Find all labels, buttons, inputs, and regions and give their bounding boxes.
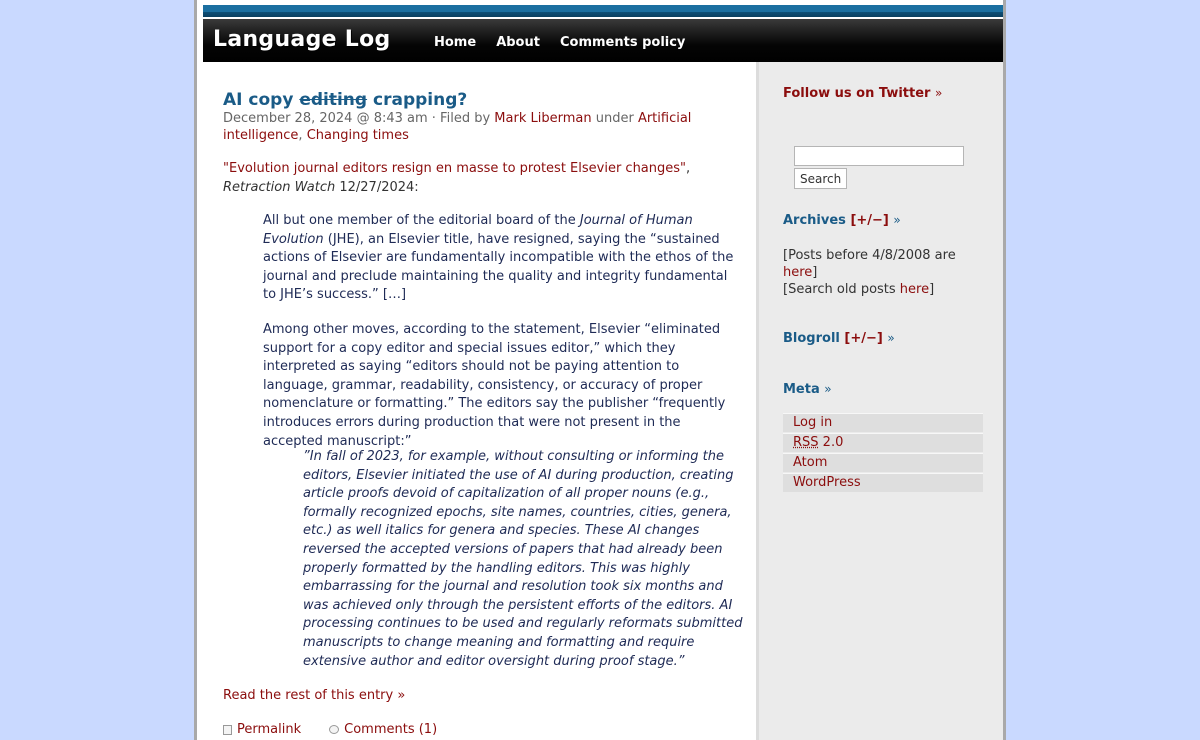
blogroll-heading[interactable]: Blogroll [+/−] » [783, 331, 895, 346]
post-title-pre: AI copy [223, 90, 300, 110]
source-date: 12/27/2024: [335, 179, 419, 195]
nested-blockquote: ”In fall of 2023, for example, without c… [303, 449, 743, 669]
post-title-strike: editing [299, 90, 368, 110]
category-separator: , [298, 128, 303, 143]
meta-item-rss: RSS 2.0 [783, 433, 983, 452]
search-button[interactable]: Search [794, 168, 848, 189]
meta-item-login: Log in [783, 413, 983, 432]
nav-about[interactable]: About [496, 35, 540, 50]
twitter-heading[interactable]: Follow us on Twitter » [783, 86, 942, 101]
blogroll-raquo: » [887, 331, 895, 345]
archives-note-2: [Search old posts here] [783, 281, 993, 298]
under-label: under [595, 111, 634, 126]
wordpress-link[interactable]: WordPress [793, 475, 861, 490]
post-footer: Permalink Comments (1) [223, 722, 437, 737]
rss-link[interactable]: RSS 2.0 [793, 435, 843, 450]
sidebar: Follow us on Twitter » Search Archives [… [756, 62, 1003, 740]
twitter-raquo: » [935, 86, 943, 100]
source-article-link[interactable]: "Evolution journal editors resign en mas… [223, 161, 686, 176]
post-title[interactable]: AI copy editing crapping? [223, 90, 467, 110]
archives-heading[interactable]: Archives [+/−] » [783, 213, 901, 228]
twitter-link[interactable]: Follow us on Twitter [783, 86, 930, 101]
atom-link[interactable]: Atom [793, 455, 827, 470]
post-meta: December 28, 2024 @ 8:43 am · Filed by M… [223, 110, 743, 144]
blogroll-label: Blogroll [783, 331, 840, 346]
rss-version: 2.0 [818, 435, 844, 450]
read-more-link[interactable]: Read the rest of this entry » [223, 688, 405, 703]
quote1-text-b: (JHE), an Elsevier title, have resigned,… [263, 231, 734, 303]
intro-paragraph: "Evolution journal editors resign en mas… [223, 160, 743, 197]
search-input[interactable] [794, 146, 964, 166]
archives-raquo: » [893, 213, 901, 227]
source-publication: Retraction Watch [223, 179, 336, 195]
nav-comments-policy[interactable]: Comments policy [560, 35, 685, 50]
old-posts-link[interactable]: here [783, 265, 812, 280]
post-title-post: crapping? [367, 90, 468, 110]
login-link[interactable]: Log in [793, 415, 832, 430]
main-content: AI copy editing crapping? December 28, 2… [203, 62, 753, 740]
quote1-text-a: All but one member of the editorial boar… [263, 213, 580, 228]
permalink-icon [223, 724, 232, 735]
meta-list: Log in RSS 2.0 Atom WordPress [783, 413, 983, 493]
main-nav: Home About Comments policy [434, 35, 705, 50]
post-date: December 28, 2024 @ 8:43 am [223, 111, 428, 126]
comments-link[interactable]: Comments (1) [344, 722, 437, 737]
meta-item-wordpress: WordPress [783, 473, 983, 492]
site-title[interactable]: Language Log [213, 27, 391, 52]
intro-separator: , [686, 161, 691, 176]
top-color-bar [203, 5, 1003, 17]
meta-item-atom: Atom [783, 453, 983, 472]
meta-heading[interactable]: Meta » [783, 382, 832, 397]
archives-note-2-text: [Search old posts [783, 282, 900, 297]
archives-toggle[interactable]: [+/−] [850, 213, 888, 228]
archives-note-2-close: ] [929, 282, 935, 297]
meta-raquo: » [824, 382, 832, 396]
rss-abbr: RSS [793, 435, 819, 450]
site-header: Language Log Home About Comments policy [203, 19, 1003, 62]
filed-by-label: · Filed by [431, 111, 491, 126]
comment-bubble-icon [329, 725, 340, 734]
archives-label: Archives [783, 213, 846, 228]
meta-label: Meta [783, 382, 820, 397]
blogroll-toggle[interactable]: [+/−] [844, 331, 882, 346]
quote1-more-link[interactable]: […] [383, 287, 406, 302]
archives-note-1: [Posts before 4/8/2008 are here] [783, 247, 993, 281]
archives-note: [Posts before 4/8/2008 are here] [Search… [783, 247, 993, 298]
blockquote-paragraph-2: Among other moves, according to the stat… [263, 322, 726, 449]
category-link-changing-times[interactable]: Changing times [307, 128, 409, 143]
blockquote-paragraph-1: All but one member of the editorial boar… [263, 212, 743, 305]
permalink-link[interactable]: Permalink [237, 722, 301, 737]
page-frame: Language Log Home About Comments policy … [194, 0, 1006, 740]
archives-note-1-close: ] [812, 265, 818, 280]
archives-note-1-text: [Posts before 4/8/2008 are [783, 248, 956, 263]
search-old-posts-link[interactable]: here [900, 282, 929, 297]
author-link[interactable]: Mark Liberman [494, 111, 591, 126]
nav-home[interactable]: Home [434, 35, 476, 50]
